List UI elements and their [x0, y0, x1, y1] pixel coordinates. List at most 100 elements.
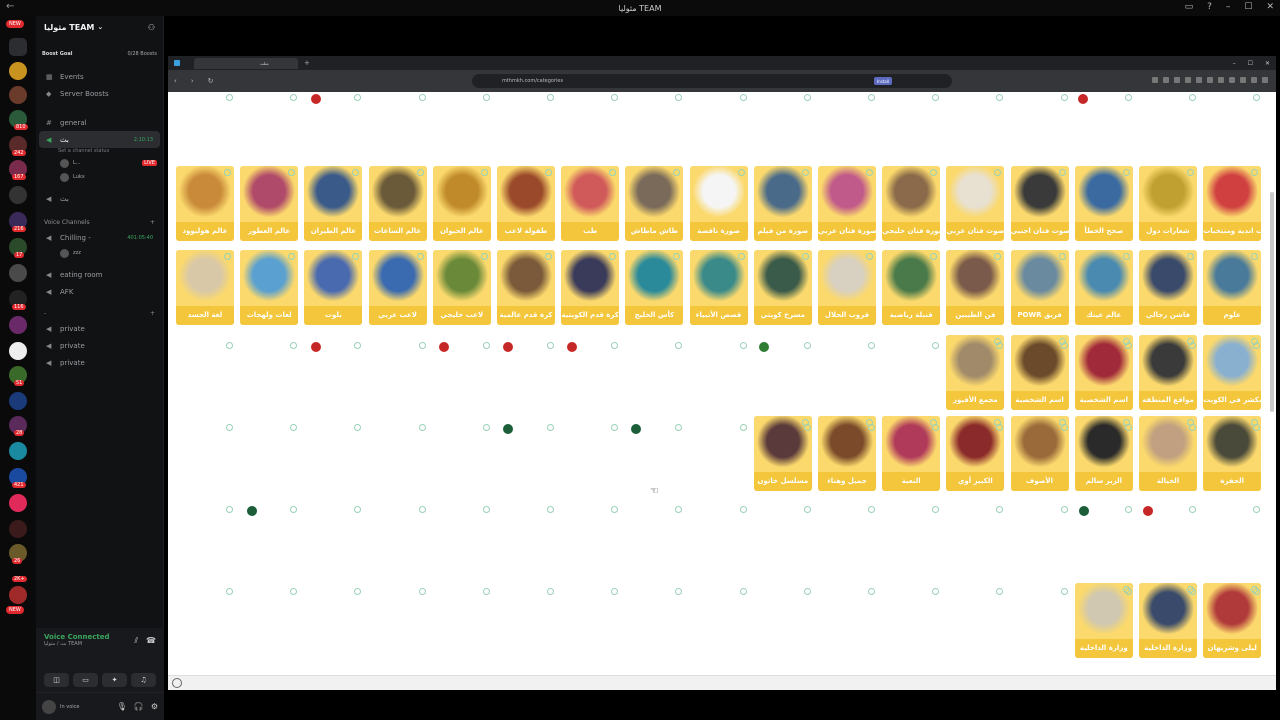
category-card[interactable]: كأس الخليج [625, 250, 684, 325]
channel-active-voice[interactable]: ◀ بث 2:10:13 [39, 131, 160, 148]
add-channel-icon[interactable]: + [150, 219, 155, 226]
extension-icon[interactable] [1251, 77, 1257, 83]
inbox-icon[interactable]: ▭ [1185, 2, 1194, 12]
info-icon[interactable] [1187, 253, 1194, 260]
category-card[interactable]: صورة ناقصة [689, 166, 748, 241]
category-card[interactable]: طاش ماطاش [625, 166, 684, 241]
category-card[interactable]: صورة فنان عربي [818, 166, 876, 241]
category-private[interactable]: - + [36, 306, 163, 320]
category-card[interactable]: صوت فنان عربي [946, 166, 1005, 241]
channel-afk[interactable]: ◀ AFK [36, 283, 163, 300]
server-icon[interactable] [9, 520, 27, 538]
forward-icon[interactable]: › [191, 77, 194, 85]
gear-icon[interactable]: ⚙ [151, 702, 158, 711]
extension-icon[interactable] [1185, 77, 1191, 83]
info-icon[interactable] [1122, 169, 1130, 176]
close-button[interactable]: ✕ [1266, 2, 1274, 12]
stream-view[interactable]: مثلث + – ☐ ✕ ‹ › ↻ mthmkh.com/categories… [164, 16, 1280, 720]
extension-icon[interactable] [1152, 77, 1158, 83]
category-card[interactable]: لغة الجسد [176, 250, 234, 325]
info-icon[interactable] [737, 169, 745, 176]
sidebar-item-server-boosts[interactable]: ◆ Server Boosts [36, 85, 163, 102]
noise-suppression-icon[interactable]: ⫽ [134, 636, 138, 646]
extension-icon[interactable] [1196, 77, 1202, 83]
server-icon[interactable] [9, 494, 27, 512]
category-card[interactable]: قروب الحلال [818, 250, 876, 325]
server-icon[interactable] [9, 264, 27, 282]
boost-goal[interactable]: Boost Goal 0/28 Boosts [42, 48, 157, 60]
server-icon[interactable] [9, 62, 27, 80]
info-icon[interactable] [545, 253, 552, 260]
sidebar-toggle-icon[interactable] [174, 60, 180, 66]
channel-voice-2[interactable]: ◀ بث [36, 190, 163, 207]
sidebar-item-events[interactable]: ▦ Events [36, 68, 163, 85]
category-card[interactable]: علوم [1203, 250, 1262, 325]
category-card[interactable]: عالم الساعات [368, 166, 427, 241]
disconnect-icon[interactable]: ☎ [146, 636, 156, 646]
new-tab-button[interactable]: + [304, 59, 310, 67]
info-icon[interactable] [801, 169, 809, 176]
info-icon[interactable] [1122, 253, 1130, 260]
category-card[interactable]: وزارة الداخلية [1139, 583, 1197, 658]
guild-header[interactable]: مثوليا TEAM ⌄ ⚇ [36, 16, 163, 38]
info-icon[interactable] [866, 253, 873, 260]
server-icon[interactable] [9, 586, 27, 604]
extension-icon[interactable] [1240, 77, 1246, 83]
category-card[interactable]: شعارات دول [1139, 166, 1197, 241]
category-card[interactable]: ليلى وشريهان [1203, 583, 1262, 658]
channel-private[interactable]: ◀ private [36, 320, 163, 337]
minimize-button[interactable]: – [1233, 60, 1236, 67]
add-member-icon[interactable]: ⚇ [148, 23, 155, 32]
category-card[interactable]: عالم الحيوان [432, 166, 491, 241]
info-icon[interactable] [801, 253, 809, 260]
category-card[interactable]: شعارات اندية ومنتخبات [1203, 166, 1262, 241]
server-icon[interactable] [9, 186, 27, 204]
activity-button[interactable]: ✦ [102, 673, 127, 687]
microphone-icon[interactable]: 🎙 [117, 702, 127, 711]
info-icon[interactable] [1187, 169, 1194, 176]
help-icon[interactable]: ? [1207, 2, 1212, 12]
server-icon[interactable] [9, 442, 27, 460]
category-voice-channels[interactable]: Voice Channels + [36, 215, 163, 229]
category-card[interactable]: عالم الطيران [304, 166, 363, 241]
info-icon[interactable] [545, 169, 552, 176]
category-card[interactable]: قنبلة رياضية [882, 250, 941, 325]
category-card[interactable]: مسرح كويتي [753, 250, 812, 325]
category-card[interactable]: عالم هوليوود [176, 166, 234, 241]
soundboard-button[interactable]: ♫ [131, 673, 156, 687]
maximize-button[interactable]: ☐ [1248, 60, 1253, 67]
category-card[interactable]: POWR فريق [1010, 250, 1069, 325]
channel-chilling[interactable]: ◀ Chilling - 401:05:40 [36, 229, 163, 246]
server-icon[interactable] [9, 86, 27, 104]
camera-button[interactable]: ◫ [44, 673, 69, 687]
category-card[interactable]: عالم عينك [1074, 250, 1133, 325]
info-icon[interactable] [416, 169, 424, 176]
voice-user[interactable]: zzz [36, 246, 163, 260]
channel-private[interactable]: ◀ private [36, 354, 163, 371]
info-icon[interactable] [416, 253, 424, 260]
info-icon[interactable] [1058, 253, 1066, 260]
horizontal-scrollbar[interactable] [168, 675, 1276, 690]
channel-eating-room[interactable]: ◀ eating room [36, 266, 163, 283]
install-button[interactable]: Install [874, 77, 893, 85]
category-card[interactable]: طب [561, 166, 620, 241]
info-icon[interactable] [866, 169, 873, 176]
info-icon[interactable] [224, 169, 231, 176]
avatar[interactable] [42, 699, 56, 714]
server-icon[interactable] [9, 316, 27, 334]
category-card[interactable]: طفولة لاعب [497, 166, 555, 241]
headphones-icon[interactable]: 🎧 [134, 702, 144, 711]
category-card[interactable]: قصص الأنبياء [689, 250, 748, 325]
server-icon[interactable] [9, 392, 27, 410]
category-card[interactable]: الأصوف [1010, 416, 1069, 491]
maximize-button[interactable]: ☐ [1244, 2, 1252, 12]
category-card[interactable]: فن الطيبين [946, 250, 1005, 325]
info-icon[interactable] [480, 253, 488, 260]
category-card[interactable]: اسم الشخصية [1010, 335, 1069, 410]
info-icon[interactable] [1058, 169, 1066, 176]
settings-icon[interactable] [172, 678, 182, 688]
extension-icon[interactable] [1163, 77, 1169, 83]
voice-user[interactable]: Lukx [36, 170, 163, 184]
category-card[interactable]: صوت فنان اجنبي [1010, 166, 1069, 241]
info-icon[interactable] [737, 253, 745, 260]
